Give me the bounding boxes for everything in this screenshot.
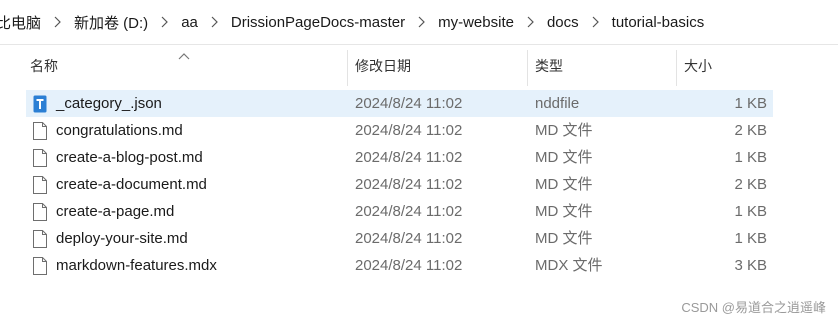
file-name: deploy-your-site.md [56, 230, 188, 247]
file-row[interactable]: deploy-your-site.md 2024/8/24 11:02 MD 文… [26, 225, 773, 252]
chevron-right-icon[interactable] [516, 16, 545, 28]
sort-ascending-icon [178, 47, 190, 63]
address-bar[interactable]: 比电脑 新加卷 (D:) aa DrissionPageDocs-master … [0, 0, 838, 45]
breadcrumb-item-tutorial-basics[interactable]: tutorial-basics [610, 14, 707, 31]
file-name: markdown-features.mdx [56, 257, 217, 274]
file-type: MD 文件 [535, 149, 593, 166]
file-name: create-a-document.md [56, 176, 207, 193]
chevron-right-icon[interactable] [43, 16, 72, 28]
file-row[interactable]: create-a-page.md 2024/8/24 11:02 MD 文件 1… [26, 198, 773, 225]
breadcrumb-item-drive-d[interactable]: 新加卷 (D:) [72, 12, 150, 33]
column-header-type[interactable]: 类型 [535, 44, 563, 88]
file-icon [33, 257, 47, 275]
file-icon [33, 122, 47, 140]
file-modified: 2024/8/24 11:02 [355, 257, 463, 274]
watermark: CSDN @易道合之逍遥峰 [681, 300, 826, 315]
file-row[interactable]: _category_.json 2024/8/24 11:02 nddfile … [26, 90, 773, 117]
file-row[interactable]: create-a-blog-post.md 2024/8/24 11:02 MD… [26, 144, 773, 171]
file-size: 1 KB [734, 149, 767, 166]
file-modified: 2024/8/24 11:02 [355, 122, 463, 139]
breadcrumb-item-docs[interactable]: docs [545, 14, 581, 31]
file-type: MD 文件 [535, 176, 593, 193]
chevron-right-icon[interactable] [581, 16, 610, 28]
chevron-right-icon[interactable] [407, 16, 436, 28]
breadcrumb-item-aa[interactable]: aa [179, 14, 200, 31]
file-modified: 2024/8/24 11:02 [355, 149, 463, 166]
file-icon [33, 230, 47, 248]
file-type: MDX 文件 [535, 257, 603, 274]
file-name: congratulations.md [56, 122, 183, 139]
file-icon [33, 176, 47, 194]
breadcrumb: 比电脑 新加卷 (D:) aa DrissionPageDocs-master … [0, 0, 706, 44]
file-size: 2 KB [734, 176, 767, 193]
file-size: 1 KB [734, 95, 767, 112]
breadcrumb-item-drissionpagedocs-master[interactable]: DrissionPageDocs-master [229, 14, 407, 31]
file-modified: 2024/8/24 11:02 [355, 203, 463, 220]
breadcrumb-item-my-website[interactable]: my-website [436, 14, 516, 31]
column-divider[interactable] [676, 50, 677, 86]
file-row[interactable]: markdown-features.mdx 2024/8/24 11:02 MD… [26, 252, 773, 279]
chevron-right-icon[interactable] [150, 16, 179, 28]
file-icon [33, 149, 47, 167]
column-header-name[interactable]: 名称 [30, 44, 58, 88]
file-row[interactable]: create-a-document.md 2024/8/24 11:02 MD … [26, 171, 773, 198]
file-type: MD 文件 [535, 230, 593, 247]
column-header-row: 名称 修改日期 类型 大小 [0, 44, 838, 88]
file-size: 3 KB [734, 257, 767, 274]
nddfile-icon [33, 95, 47, 113]
column-divider[interactable] [347, 50, 348, 86]
file-icon [33, 203, 47, 221]
file-name: create-a-blog-post.md [56, 149, 203, 166]
file-type: MD 文件 [535, 122, 593, 139]
file-size: 1 KB [734, 203, 767, 220]
file-type: MD 文件 [535, 203, 593, 220]
file-type: nddfile [535, 95, 580, 112]
column-divider[interactable] [527, 50, 528, 86]
breadcrumb-item-this-pc[interactable]: 比电脑 [0, 12, 43, 33]
column-header-size[interactable]: 大小 [684, 44, 712, 88]
file-row[interactable]: congratulations.md 2024/8/24 11:02 MD 文件… [26, 117, 773, 144]
file-size: 2 KB [734, 122, 767, 139]
file-name: create-a-page.md [56, 203, 175, 220]
chevron-right-icon[interactable] [200, 16, 229, 28]
column-header-modified[interactable]: 修改日期 [355, 44, 411, 88]
file-modified: 2024/8/24 11:02 [355, 230, 463, 247]
file-modified: 2024/8/24 11:02 [355, 95, 463, 112]
file-explorer-window: 比电脑 新加卷 (D:) aa DrissionPageDocs-master … [0, 0, 838, 324]
file-name: _category_.json [56, 95, 162, 112]
file-size: 1 KB [734, 230, 767, 247]
file-modified: 2024/8/24 11:02 [355, 176, 463, 193]
